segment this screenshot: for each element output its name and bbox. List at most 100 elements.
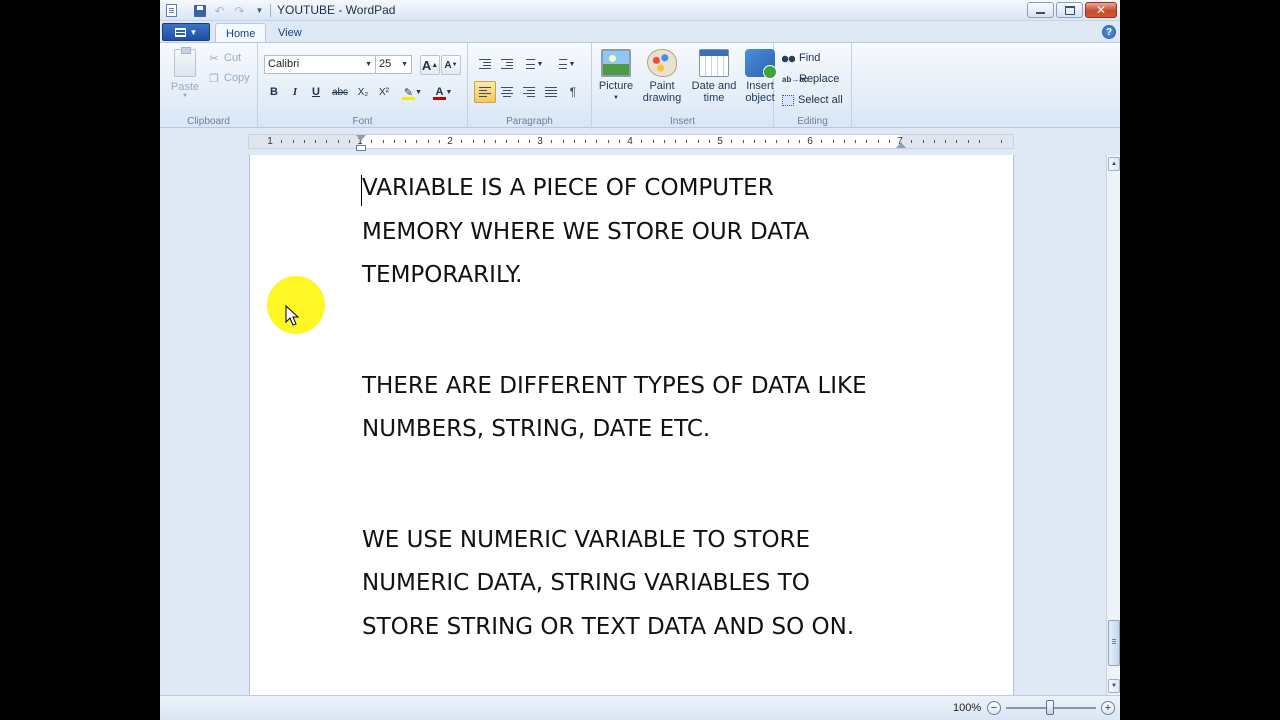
scroll-thumb[interactable]: [1108, 620, 1120, 666]
restore-button[interactable]: [1056, 2, 1083, 18]
chevron-down-icon: ▼: [536, 60, 544, 68]
paint-drawing-button[interactable]: Paint drawing: [638, 49, 686, 104]
date-time-button[interactable]: Date and time: [690, 49, 738, 104]
chevron-down-icon: ▼: [568, 60, 576, 68]
find-button[interactable]: Find: [782, 49, 820, 67]
align-center-icon: [501, 87, 513, 97]
paste-button[interactable]: Paste ▼: [168, 47, 202, 101]
ruler[interactable]: 11234567: [248, 134, 1014, 151]
shrink-font-button[interactable]: A ▼: [441, 55, 461, 75]
ruler-tick: [743, 140, 744, 143]
select-all-icon: [782, 94, 794, 106]
paragraph-group-label: Paragraph: [506, 116, 553, 127]
highlight-button[interactable]: ✎ ▼: [398, 82, 428, 102]
zoom-slider-thumb[interactable]: [1046, 700, 1054, 715]
zoom-out-button[interactable]: −: [987, 701, 1001, 715]
document-page[interactable]: VARIABLE IS A PIECE OF COMPUTER MEMORY W…: [249, 155, 1014, 695]
zoom-in-button[interactable]: +: [1101, 701, 1115, 715]
paint-palette-icon: [647, 49, 677, 77]
scroll-up-button[interactable]: ▲: [1108, 157, 1120, 171]
left-indent-marker[interactable]: [356, 145, 366, 151]
font-group: Calibri ▼ 25 ▼ A ▲ A ▼ B I U abc X₂ X² ✎ ▼…: [258, 43, 468, 129]
bullets-button[interactable]: ▼: [518, 53, 548, 75]
vertical-scrollbar[interactable]: ▲ ▼: [1106, 155, 1120, 695]
scissors-icon: ✂: [209, 52, 219, 65]
ruler-tick: [326, 140, 327, 143]
align-center-button[interactable]: [496, 81, 518, 103]
wordpad-app-icon[interactable]: [164, 3, 179, 18]
font-size-select[interactable]: 25 ▼: [376, 55, 412, 74]
paragraph-button[interactable]: ¶: [562, 81, 584, 103]
italic-button[interactable]: I: [285, 82, 305, 102]
redo-icon[interactable]: ↷: [232, 3, 247, 18]
ruler-tick: [934, 140, 935, 143]
paragraph-2[interactable]: THERE ARE DIFFERENT TYPES OF DATA LIKE N…: [362, 365, 922, 452]
font-color-bar: [433, 97, 446, 100]
ruler-number: 6: [807, 136, 813, 147]
bold-button[interactable]: B: [264, 82, 284, 102]
tab-view[interactable]: View: [268, 23, 312, 43]
date-time-label-2: time: [703, 92, 725, 104]
align-right-button[interactable]: [518, 81, 540, 103]
underline-button[interactable]: U: [306, 82, 326, 102]
font-color-button[interactable]: A ▼: [429, 82, 459, 102]
ruler-tick: [563, 140, 564, 143]
ruler-number: 5: [717, 136, 723, 147]
ruler-tick: [281, 140, 282, 143]
window-title: YOUTUBE - WordPad: [277, 3, 396, 17]
ruler-tick: [799, 140, 800, 143]
align-left-icon: [479, 87, 491, 97]
paragraph-3[interactable]: WE USE NUMERIC VARIABLE TO STORE NUMERIC…: [362, 519, 922, 650]
scroll-down-button[interactable]: ▼: [1108, 679, 1120, 693]
help-icon[interactable]: ?: [1102, 25, 1116, 39]
ruler-tick: [574, 140, 575, 143]
paragraph-icon: ¶: [569, 85, 577, 99]
font-family-select[interactable]: Calibri ▼: [264, 55, 376, 74]
ruler-tick: [833, 140, 834, 143]
ruler-tick: [349, 140, 350, 143]
select-all-button[interactable]: Select all: [782, 91, 843, 109]
minimize-button[interactable]: [1027, 2, 1054, 18]
ruler-tick: [844, 140, 845, 143]
cut-button[interactable]: ✂ Cut: [208, 49, 241, 67]
undo-icon[interactable]: ↶: [212, 3, 227, 18]
ruler-tick: [765, 140, 766, 143]
first-line-indent-marker[interactable]: [356, 135, 366, 141]
bullet-list-icon: [523, 59, 535, 69]
subscript-button[interactable]: X₂: [353, 82, 373, 102]
ruler-tick: [416, 140, 417, 143]
picture-label: Picture: [598, 80, 634, 92]
chevron-down-icon: ▼: [401, 61, 408, 68]
ruler-tick: [383, 140, 384, 143]
application-menu-button[interactable]: ▼: [162, 23, 210, 41]
replace-button[interactable]: ab→ac Replace: [782, 70, 839, 88]
menu-icon: [174, 27, 186, 37]
picture-button[interactable]: Picture ▼: [598, 49, 634, 104]
ruler-tick: [551, 140, 552, 143]
ruler-tick: [664, 140, 665, 143]
font-group-label: Font: [352, 116, 373, 127]
increase-indent-button[interactable]: [496, 53, 518, 75]
picture-icon: [601, 49, 631, 77]
zoom-level: 100%: [953, 702, 982, 714]
superscript-button[interactable]: X²: [374, 82, 394, 102]
document-text[interactable]: VARIABLE IS A PIECE OF COMPUTER MEMORY W…: [362, 167, 922, 649]
grow-font-button[interactable]: A ▲: [420, 55, 440, 75]
justify-button[interactable]: [540, 81, 562, 103]
close-button[interactable]: ✕: [1085, 2, 1117, 18]
decrease-indent-button[interactable]: [474, 53, 496, 75]
ruler-tick: [585, 140, 586, 143]
line-spacing-button[interactable]: ▼: [550, 53, 580, 75]
save-icon[interactable]: [192, 3, 207, 18]
tab-home[interactable]: Home: [215, 23, 267, 43]
align-left-button[interactable]: [474, 81, 496, 103]
ruler-tick: [428, 140, 429, 143]
copy-button[interactable]: ❐ Copy: [208, 69, 250, 87]
paragraph-1[interactable]: VARIABLE IS A PIECE OF COMPUTER MEMORY W…: [362, 167, 922, 298]
calendar-icon: [699, 49, 729, 77]
ruler-tick: [754, 140, 755, 143]
ruler-tick: [968, 140, 969, 143]
strikethrough-button[interactable]: abc: [328, 82, 352, 102]
right-indent-marker[interactable]: [896, 142, 906, 148]
customize-toolbar-icon[interactable]: ▼: [252, 3, 267, 18]
